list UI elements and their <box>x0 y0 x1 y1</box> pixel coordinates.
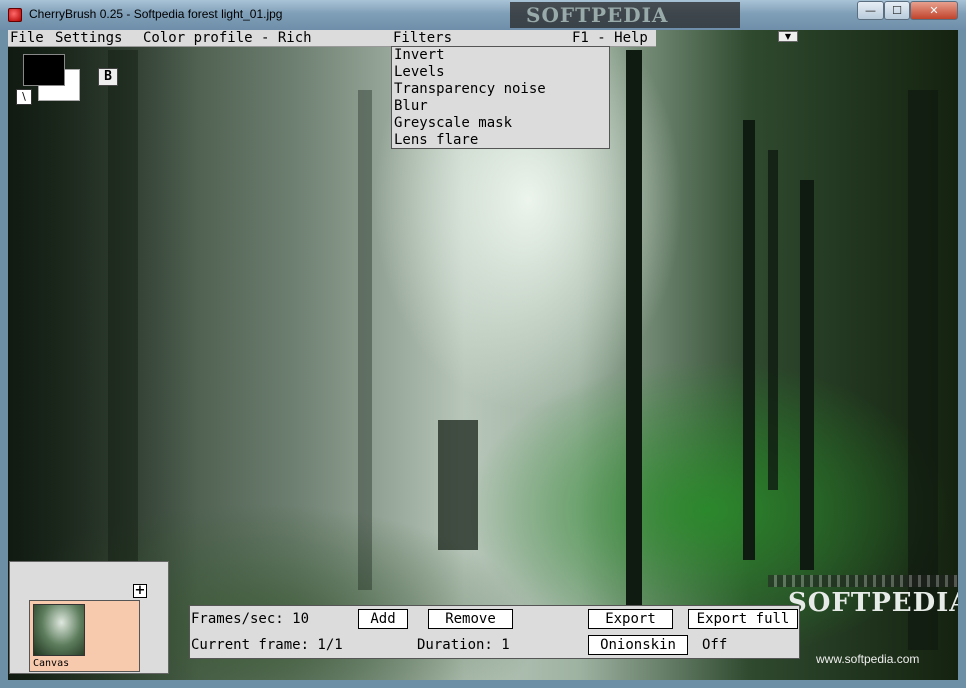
tree-trunk <box>358 90 372 590</box>
title-bar[interactable]: CherryBrush 0.25 - Softpedia forest ligh… <box>0 0 966 30</box>
menu-file[interactable]: File <box>10 30 44 46</box>
tree-trunk <box>800 180 814 570</box>
tree-trunk <box>743 120 755 560</box>
minimize-button[interactable]: — <box>857 1 884 20</box>
tree-stump <box>438 420 478 550</box>
onionskin-state: Off <box>702 637 728 653</box>
title-watermark: SOFTPEDIA <box>510 2 740 28</box>
fps-label: Frames/sec: 10 <box>191 611 310 627</box>
filter-transparency-noise[interactable]: Transparency noise <box>392 81 609 98</box>
export-full-button[interactable]: Export full <box>688 609 798 629</box>
filter-levels[interactable]: Levels <box>392 64 609 81</box>
maximize-button[interactable]: ☐ <box>884 1 910 20</box>
add-button[interactable]: Add <box>358 609 408 629</box>
filter-lens-flare[interactable]: Lens flare <box>392 132 609 149</box>
tree-trunk <box>908 90 938 650</box>
tree-trunk <box>768 150 778 490</box>
canvas-watermark-url: www.softpedia.com <box>816 652 920 666</box>
filter-greyscale-mask[interactable]: Greyscale mask <box>392 115 609 132</box>
animation-panel: Frames/sec: 10 Add Remove Export Export … <box>189 605 800 659</box>
tree-trunk <box>626 50 642 610</box>
add-frame-button[interactable]: + <box>133 584 147 598</box>
watermark-filmstrip <box>768 575 958 587</box>
canvas-watermark-brand: SOFTPEDIA <box>788 588 958 618</box>
frame-thumbnail <box>33 604 85 656</box>
b-button[interactable]: B <box>98 68 118 86</box>
menu-help[interactable]: F1 - Help <box>572 30 648 46</box>
menu-settings[interactable]: Settings <box>55 30 122 46</box>
duration-label: Duration: 1 <box>417 637 510 653</box>
window-title: CherryBrush 0.25 - Softpedia forest ligh… <box>29 7 283 21</box>
menu-bar: File Settings Color profile - Rich Filte… <box>8 30 656 47</box>
frames-panel: + Canvas <box>9 561 169 674</box>
onionskin-button[interactable]: Onionskin <box>588 635 688 655</box>
frame-label: Canvas <box>33 658 70 669</box>
filter-blur[interactable]: Blur <box>392 98 609 115</box>
current-frame-label: Current frame: 1/1 <box>191 637 343 653</box>
filters-dropdown: Invert Levels Transparency noise Blur Gr… <box>391 46 610 149</box>
foreground-color-swatch[interactable] <box>23 54 65 86</box>
remove-button[interactable]: Remove <box>428 609 513 629</box>
menu-color-profile[interactable]: Color profile - Rich <box>143 30 312 46</box>
app-icon[interactable] <box>8 8 22 22</box>
brush-slash-button[interactable]: \ <box>16 89 32 105</box>
tree-trunk <box>108 50 138 610</box>
canvas-area[interactable]: SOFTPEDIA www.softpedia.com File Setting… <box>8 30 958 680</box>
collapse-arrow-button[interactable]: ▼ <box>778 31 798 42</box>
app-window: CherryBrush 0.25 - Softpedia forest ligh… <box>0 0 966 688</box>
frame-item[interactable]: Canvas <box>29 600 140 672</box>
close-button[interactable]: ✕ <box>910 1 958 20</box>
filter-invert[interactable]: Invert <box>392 47 609 64</box>
export-button[interactable]: Export <box>588 609 673 629</box>
menu-filters[interactable]: Filters <box>393 30 452 46</box>
